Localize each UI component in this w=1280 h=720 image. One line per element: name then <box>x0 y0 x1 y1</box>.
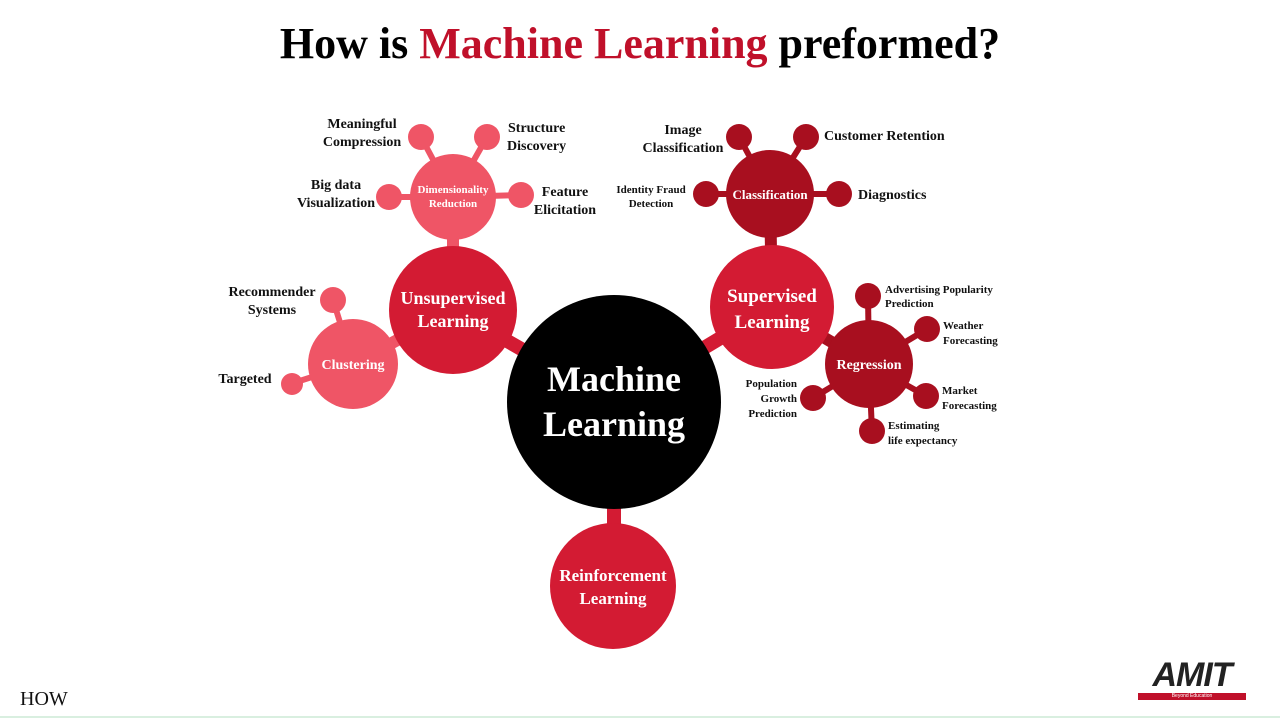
leaf-label-image-classification-2: Classification <box>643 141 724 156</box>
mind-map-diagram: Dimensionality Reduction Clustering Clas… <box>218 117 998 649</box>
supervised-label-1: Supervised <box>727 286 817 307</box>
leaf-bubble-diagnostics <box>826 181 852 207</box>
leaf-label-recommender-1: Recommender <box>228 285 315 300</box>
leaf-label-identity-fraud-2: Detection <box>629 198 674 210</box>
branch-node-supervised: Supervised Learning <box>710 245 834 369</box>
branch-node-unsupervised: Unsupervised Learning <box>389 246 517 374</box>
leaf-bubble-weather-forecasting <box>914 316 940 342</box>
leaf-label-meaningful-compression-2: Compression <box>323 135 402 150</box>
leaf-label-big-data-1: Big data <box>311 178 361 193</box>
leaf-label-advertising-1: Advertising Popularity <box>885 284 993 296</box>
logo-text: AMIT <box>1152 656 1232 694</box>
sub-node-regression: Regression <box>825 320 913 408</box>
regression-label: Regression <box>836 358 901 373</box>
center-node-machine-learning: Machine Learning <box>507 295 721 509</box>
leaf-label-structure-discovery-1: Structure <box>508 121 565 136</box>
amit-logo: AMIT Beyond Education <box>1136 656 1248 702</box>
leaf-label-life-expectancy-1: Estimating <box>888 420 940 432</box>
unsupervised-label-1: Unsupervised <box>400 288 505 308</box>
leaf-label-market-1: Market <box>942 385 978 397</box>
leaf-label-diagnostics: Diagnostics <box>858 188 927 203</box>
leaf-label-population-2: Growth <box>761 393 797 405</box>
leaf-label-population-3: Prediction <box>748 408 797 420</box>
classification-label: Classification <box>732 187 808 202</box>
bottom-divider <box>0 716 1280 718</box>
reinforcement-label-1: Reinforcement <box>559 566 667 585</box>
leaf-label-weather-2: Forecasting <box>943 335 998 347</box>
leaf-label-customer-retention: Customer Retention <box>824 129 945 144</box>
leaf-label-big-data-2: Visualization <box>297 196 375 211</box>
leaf-label-structure-discovery-2: Discovery <box>507 139 566 154</box>
leaf-label-weather-1: Weather <box>943 320 983 332</box>
leaf-bubble-advertising-popularity <box>855 283 881 309</box>
footer-text: HOW <box>20 688 68 710</box>
sub-node-classification: Classification <box>726 150 814 238</box>
leaf-label-recommender-2: Systems <box>248 303 297 318</box>
leaf-label-market-2: Forecasting <box>942 400 997 412</box>
leaf-label-image-classification-1: Image <box>664 123 701 138</box>
sub-node-dimensionality-reduction: Dimensionality Reduction <box>410 154 496 240</box>
branch-node-reinforcement: Reinforcement Learning <box>550 523 676 649</box>
sub-node-clustering: Clustering <box>308 319 398 409</box>
leaf-label-population-1: Population <box>746 378 797 390</box>
leaf-bubble-meaningful-compression <box>408 124 434 150</box>
dimensionality-label-2: Reduction <box>429 198 477 210</box>
leaf-bubble-recommender-systems <box>320 287 346 313</box>
dimensionality-label-1: Dimensionality <box>418 184 489 196</box>
leaf-bubble-identity-fraud-detection <box>693 181 719 207</box>
leaf-bubble-customer-retention <box>793 124 819 150</box>
clustering-label: Clustering <box>322 358 385 373</box>
leaf-label-meaningful-compression-1: Meaningful <box>327 117 396 132</box>
supervised-label-2: Learning <box>735 312 810 333</box>
center-label-1: Machine <box>547 359 681 399</box>
logo-tagline: Beyond Education <box>1171 693 1213 699</box>
leaf-bubble-targeted <box>281 373 303 395</box>
leaf-bubble-market-forecasting <box>913 383 939 409</box>
leaf-label-feature-elicitation-1: Feature <box>542 185 588 200</box>
leaf-bubble-structure-discovery <box>474 124 500 150</box>
unsupervised-label-2: Learning <box>417 311 488 331</box>
leaf-bubble-life-expectancy <box>859 418 885 444</box>
leaf-label-life-expectancy-2: life expectancy <box>888 435 958 447</box>
leaf-label-targeted: Targeted <box>218 372 271 387</box>
center-label-2: Learning <box>543 404 685 444</box>
leaf-bubble-big-data-visualization <box>376 184 402 210</box>
reinforcement-label-2: Learning <box>579 589 647 608</box>
leaf-label-advertising-2: Prediction <box>885 298 934 310</box>
leaf-label-identity-fraud-1: Identity Fraud <box>616 184 685 196</box>
leaf-bubble-image-classification <box>726 124 752 150</box>
leaf-label-feature-elicitation-2: Elicitation <box>534 203 596 218</box>
leaf-bubble-population-growth <box>800 385 826 411</box>
leaf-bubble-feature-elicitation <box>508 182 534 208</box>
